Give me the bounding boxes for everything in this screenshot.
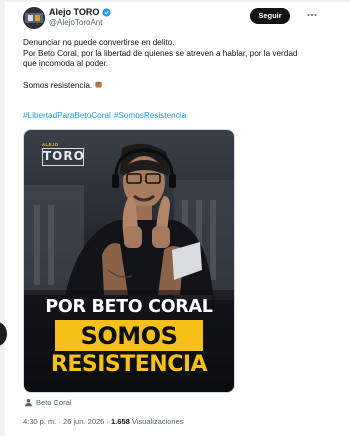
hashtag-link[interactable]: #LibertadParaBetoCoral (23, 111, 111, 120)
media-headline: POR BETO CORAL (45, 297, 213, 317)
tweet-time[interactable]: 4:30 p. m. (23, 417, 56, 426)
tagged-user-row[interactable]: Beto Coral (24, 398, 71, 407)
tweet-meta: 4:30 p. m. · 26 jun. 2026 · 1.658 Visual… (23, 417, 183, 426)
views-count: 1.658 (111, 417, 130, 426)
person-tag-icon (25, 398, 32, 407)
hashtag-row: #LibertadParaBetoCoral #SomosResistencia (23, 111, 189, 120)
tweet-media-image[interactable]: ALEJO TORO POR BETO CORAL SOMOS RESISTEN… (23, 129, 235, 393)
tweet-date[interactable]: 26 jun. 2026 (63, 417, 104, 426)
views-label: Visualizaciones (131, 417, 184, 426)
tweet-line-with-emoji: Somos resistencia. (23, 80, 313, 92)
verified-badge-icon (102, 7, 111, 17)
follow-button[interactable]: Seguir (250, 8, 290, 24)
top-edge-divider (5, 0, 350, 2)
more-options-icon[interactable] (306, 9, 318, 21)
author-display-name[interactable]: Alejo TORO (49, 7, 99, 17)
meta-separator: · (106, 417, 109, 426)
fist-emoji-icon (95, 81, 102, 88)
tweet-line: Somos resistencia. (23, 80, 93, 90)
brand-logo: ALEJO TORO (42, 142, 84, 168)
tagged-user-label[interactable]: Beto Coral (36, 398, 71, 407)
brand-logo-main: TORO (42, 148, 84, 166)
left-edge-divider (0, 0, 5, 436)
scroll-nav-button[interactable] (0, 322, 7, 346)
meta-separator: · (58, 417, 61, 426)
author-handle[interactable]: @AlejoToroAnt (49, 18, 102, 27)
tweet-line: Por Beto Coral, por la libertad de quien… (23, 48, 298, 69)
author-avatar[interactable] (23, 7, 45, 29)
media-banner-text: SOMOS (80, 322, 178, 350)
hashtag-link[interactable]: #SomosResistencia (114, 111, 186, 120)
tweet-body: Denunciar no puede convertirse en delito… (23, 38, 313, 91)
tweet-line: Denunciar no puede convertirse en delito… (23, 38, 175, 47)
media-banner-text: RESISTENCIA (50, 352, 208, 377)
brand-logo-small: ALEJO (42, 142, 59, 147)
